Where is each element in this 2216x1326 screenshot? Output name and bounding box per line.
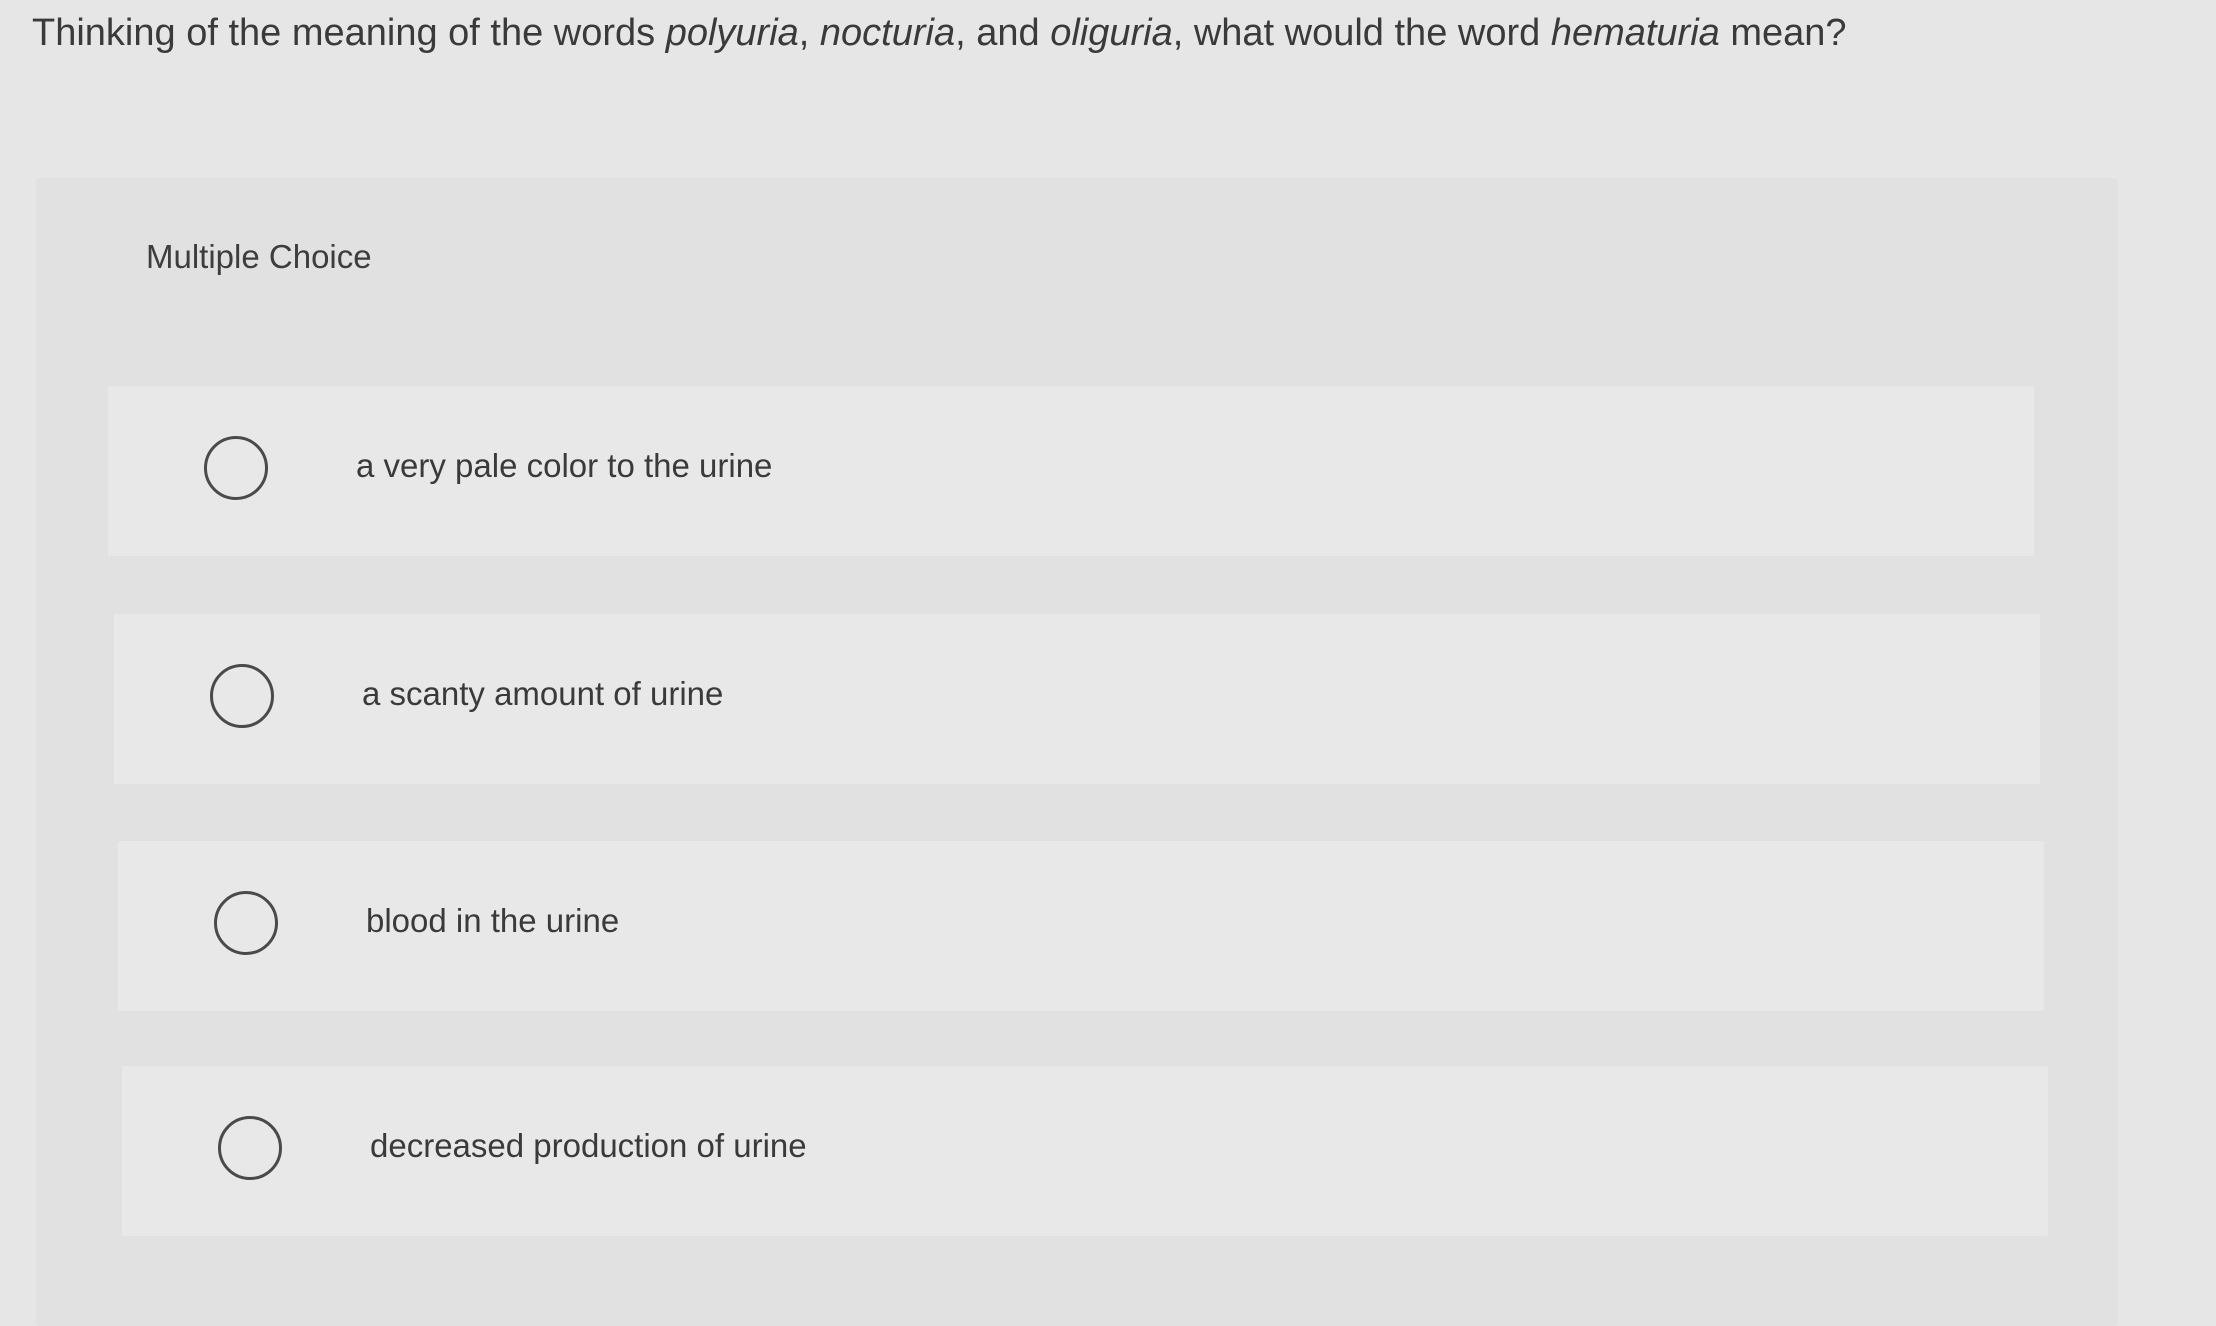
radio-button[interactable] bbox=[218, 1116, 282, 1180]
question-part: , and bbox=[955, 12, 1051, 54]
question-part: mean? bbox=[1719, 12, 1847, 54]
answer-option-label: a very pale color to the urine bbox=[356, 447, 773, 484]
answer-option[interactable]: blood in the urine bbox=[118, 841, 2044, 1011]
multiple-choice-panel: Multiple Choice a very pale color to the… bbox=[36, 178, 2118, 1326]
radio-button[interactable] bbox=[210, 664, 274, 728]
question-part: , what would the word bbox=[1172, 12, 1551, 54]
question-part: , bbox=[798, 12, 820, 54]
radio-button[interactable] bbox=[214, 891, 278, 955]
term-polyuria: polyuria bbox=[665, 12, 799, 54]
answer-option[interactable]: a scanty amount of urine bbox=[114, 614, 2040, 784]
term-nocturia: nocturia bbox=[819, 12, 956, 54]
answer-option[interactable]: a very pale color to the urine bbox=[108, 386, 2034, 556]
answer-option-label: blood in the urine bbox=[366, 902, 620, 939]
question-type-label: Multiple Choice bbox=[146, 238, 372, 275]
question-text: Thinking of the meaning of the words pol… bbox=[32, 6, 2182, 60]
radio-button[interactable] bbox=[204, 436, 268, 500]
answer-option-label: a scanty amount of urine bbox=[362, 675, 724, 712]
answer-option[interactable]: decreased production of urine bbox=[122, 1066, 2048, 1236]
term-hematuria: hematuria bbox=[1550, 12, 1720, 54]
answer-option-label: decreased production of urine bbox=[370, 1127, 807, 1164]
question-part: Thinking of the meaning of the words bbox=[32, 12, 666, 54]
term-oliguria: oliguria bbox=[1050, 12, 1173, 54]
